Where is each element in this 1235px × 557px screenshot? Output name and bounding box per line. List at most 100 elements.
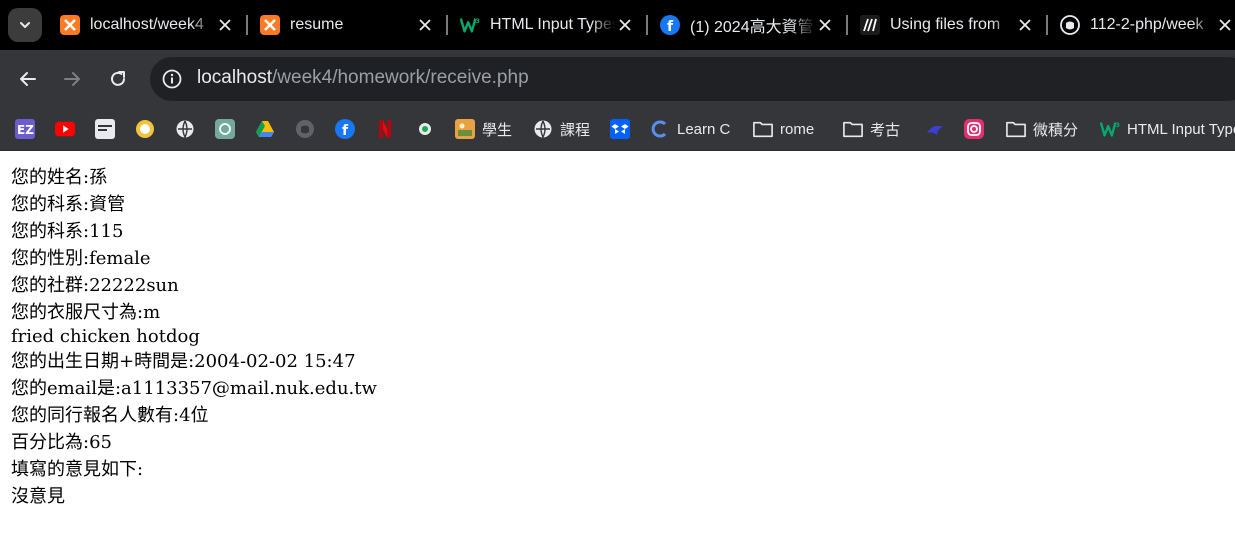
bookmark-courses[interactable]: 課程 (533, 116, 590, 142)
w3schools-icon: 3 (460, 15, 480, 35)
bookmark-shell[interactable] (135, 116, 155, 142)
dropbox-icon (610, 119, 630, 139)
page-viewport: 您的姓名:孫 您的科系:資管 您的科系:115 您的性別:female 您的社群… (0, 151, 1235, 557)
reload-icon (111, 71, 125, 86)
close-icon[interactable] (216, 16, 234, 34)
clothing-size-line: 您的衣服尺寸為:m (11, 302, 161, 323)
bookmark-dropbox[interactable] (610, 116, 630, 142)
tab-mdn[interactable]: Using files from (850, 8, 1046, 42)
social-line: 您的社群:22222sun (11, 275, 179, 296)
bookmarks-bar: EZ f 學生 課程 Learn C rome 考古 微積分 3 HTML In… (0, 108, 1235, 151)
folder-icon (843, 119, 863, 139)
youtube-icon (55, 119, 75, 139)
tab-title: localhost/week4 (90, 16, 204, 33)
url-host: localhost (197, 67, 272, 88)
globe-icon (533, 119, 553, 139)
opinion-text-line: 沒意見 (11, 486, 65, 507)
bookmark-folder-rome[interactable]: rome (753, 116, 814, 142)
tab-facebook[interactable]: f (1) 2024高大資管 (650, 8, 846, 42)
github-icon (295, 119, 315, 139)
close-icon[interactable] (816, 16, 834, 34)
bookmark-news[interactable] (95, 116, 115, 142)
bookmark-facebook[interactable]: f (335, 116, 355, 142)
bookmark-label: 學生 (482, 121, 513, 139)
bookmark-github[interactable] (295, 116, 315, 142)
bookmark-label: 微積分 (1033, 121, 1079, 139)
receive-output: 您的姓名:孫 您的科系:資管 您的科系:115 您的性別:female 您的社群… (11, 164, 377, 510)
bookmark-chatgpt[interactable] (215, 116, 235, 142)
reload-button[interactable] (103, 64, 133, 94)
bookmark-netflix[interactable] (375, 116, 395, 142)
tab-resume[interactable]: resume (250, 8, 446, 42)
bookmark-line[interactable] (415, 116, 435, 142)
tab-title: HTML Input Types (490, 16, 616, 33)
tab-strip: localhost/week4 resume 3 HTML Input Type… (0, 0, 1235, 50)
tab-title: (1) 2024高大資管 (690, 19, 814, 36)
bookmark-folder-exams[interactable]: 考古 (843, 116, 900, 142)
bookmark-label: 考古 (870, 121, 901, 139)
svg-text:3: 3 (1115, 122, 1119, 129)
bookmark-html-input-types[interactable]: 3 HTML Input Types (1100, 116, 1235, 142)
folder-icon (1006, 119, 1026, 139)
bookmark-instagram[interactable] (964, 116, 984, 142)
svg-text:EZ: EZ (17, 123, 34, 137)
globe-icon (175, 119, 195, 139)
tab-separator (646, 15, 648, 35)
name-line: 您的姓名:孫 (11, 167, 108, 188)
google-drive-icon (255, 119, 275, 139)
netflix-icon (375, 119, 395, 139)
chevron-down-icon (20, 22, 30, 28)
chatgpt-icon (215, 119, 235, 139)
bookmark-bird[interactable] (925, 116, 945, 142)
address-bar[interactable]: localhost/week4/homework/receive.php (150, 57, 1235, 101)
tab-search-button[interactable] (8, 8, 42, 42)
bookmark-label: 課程 (560, 121, 591, 139)
bookmark-youtube[interactable] (55, 116, 75, 142)
facebook-icon: f (660, 15, 680, 35)
news-icon (95, 119, 115, 139)
close-icon[interactable] (1216, 16, 1234, 34)
folder-icon (753, 119, 773, 139)
back-button[interactable] (13, 64, 43, 94)
bookmark-ez[interactable]: EZ (15, 116, 35, 142)
companions-line: 您的同行報名人數有:4位 (11, 405, 209, 426)
opinion-heading-line: 填寫的意見如下: (11, 459, 144, 480)
tab-title: Using files from (890, 16, 1001, 33)
close-icon[interactable] (1016, 16, 1034, 34)
svg-text:f: f (342, 123, 349, 139)
forward-button[interactable] (57, 64, 87, 94)
arrow-right-icon (64, 72, 80, 86)
close-icon[interactable] (416, 16, 434, 34)
ez-icon: EZ (15, 119, 35, 139)
xampp-icon (60, 15, 80, 35)
close-icon[interactable] (616, 16, 634, 34)
tab-localhost[interactable]: localhost/week4 (50, 8, 246, 42)
tab-title: 112-2-php/week (1090, 16, 1204, 33)
facebook-icon: f (335, 119, 355, 139)
department-line: 您的科系:資管 (11, 194, 126, 215)
shell-icon (135, 119, 155, 139)
tab-separator (1046, 15, 1048, 35)
bookmark-google-drive[interactable] (255, 116, 275, 142)
bookmark-label: rome (780, 120, 815, 138)
url-text[interactable]: localhost/week4/homework/receive.php (197, 67, 529, 89)
gender-line: 您的性別:female (11, 248, 151, 269)
bookmark-globe[interactable] (175, 116, 195, 142)
bookmark-label: Learn C (677, 120, 731, 138)
tab-separator (246, 15, 248, 35)
xampp-icon (260, 15, 280, 35)
percentage-line: 百分比為:65 (11, 432, 112, 453)
bookmark-students[interactable]: 學生 (455, 116, 512, 142)
tab-github[interactable]: 112-2-php/week (1050, 8, 1235, 42)
svg-text:3: 3 (475, 18, 479, 25)
url-path: /week4/homework/receive.php (272, 67, 529, 88)
birth-datetime-line: 您的出生日期+時間是:2004-02-02 15:47 (11, 351, 356, 372)
site-info-icon[interactable] (162, 69, 182, 89)
bookmark-learn-c[interactable]: Learn C (650, 116, 730, 142)
email-line: 您的email是:a1113357@mail.nuk.edu.tw (11, 378, 377, 399)
bookmark-label: HTML Input Types (1127, 120, 1235, 138)
w3schools-icon: 3 (1100, 119, 1120, 139)
image-icon (455, 119, 475, 139)
tab-html-input-types[interactable]: 3 HTML Input Types (450, 8, 646, 42)
bookmark-folder-calculus[interactable]: 微積分 (1006, 116, 1078, 142)
